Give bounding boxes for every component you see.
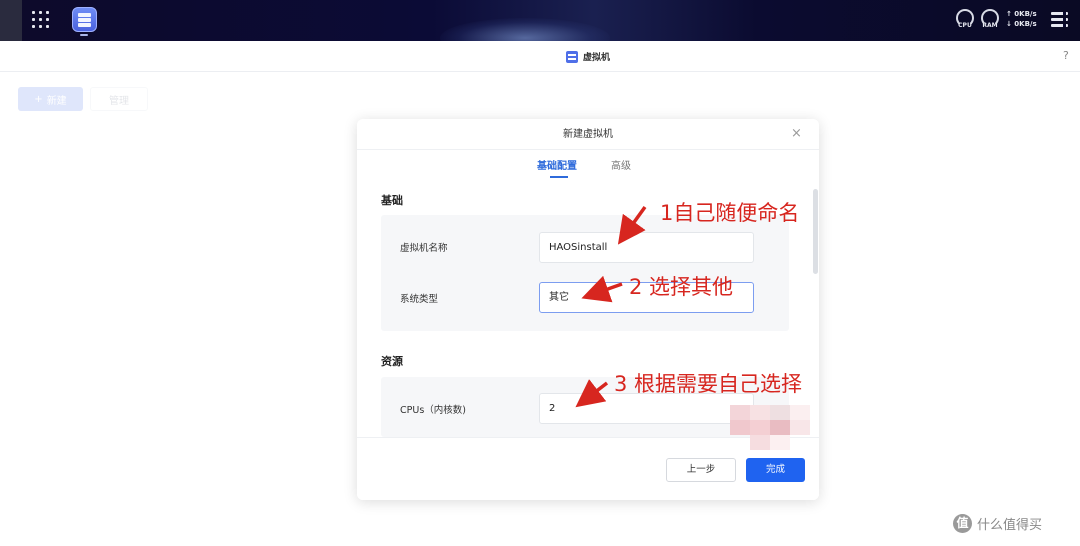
annotation-2: 2 选择其他 [629,275,734,299]
watermark: 值 什么值得买 [953,514,1042,533]
annotation-3: 3 根据需要自己选择 [614,372,803,396]
annotation-arrow-3 [575,379,609,408]
annotation-arrows [575,205,647,408]
watermark-logo-icon: 值 [953,514,972,533]
watermark-text: 什么值得买 [977,518,1043,533]
annotation-1: 1自己随便命名 [660,201,800,225]
annotation-arrow-1 [617,205,647,245]
annotation-arrow-2 [581,275,623,303]
